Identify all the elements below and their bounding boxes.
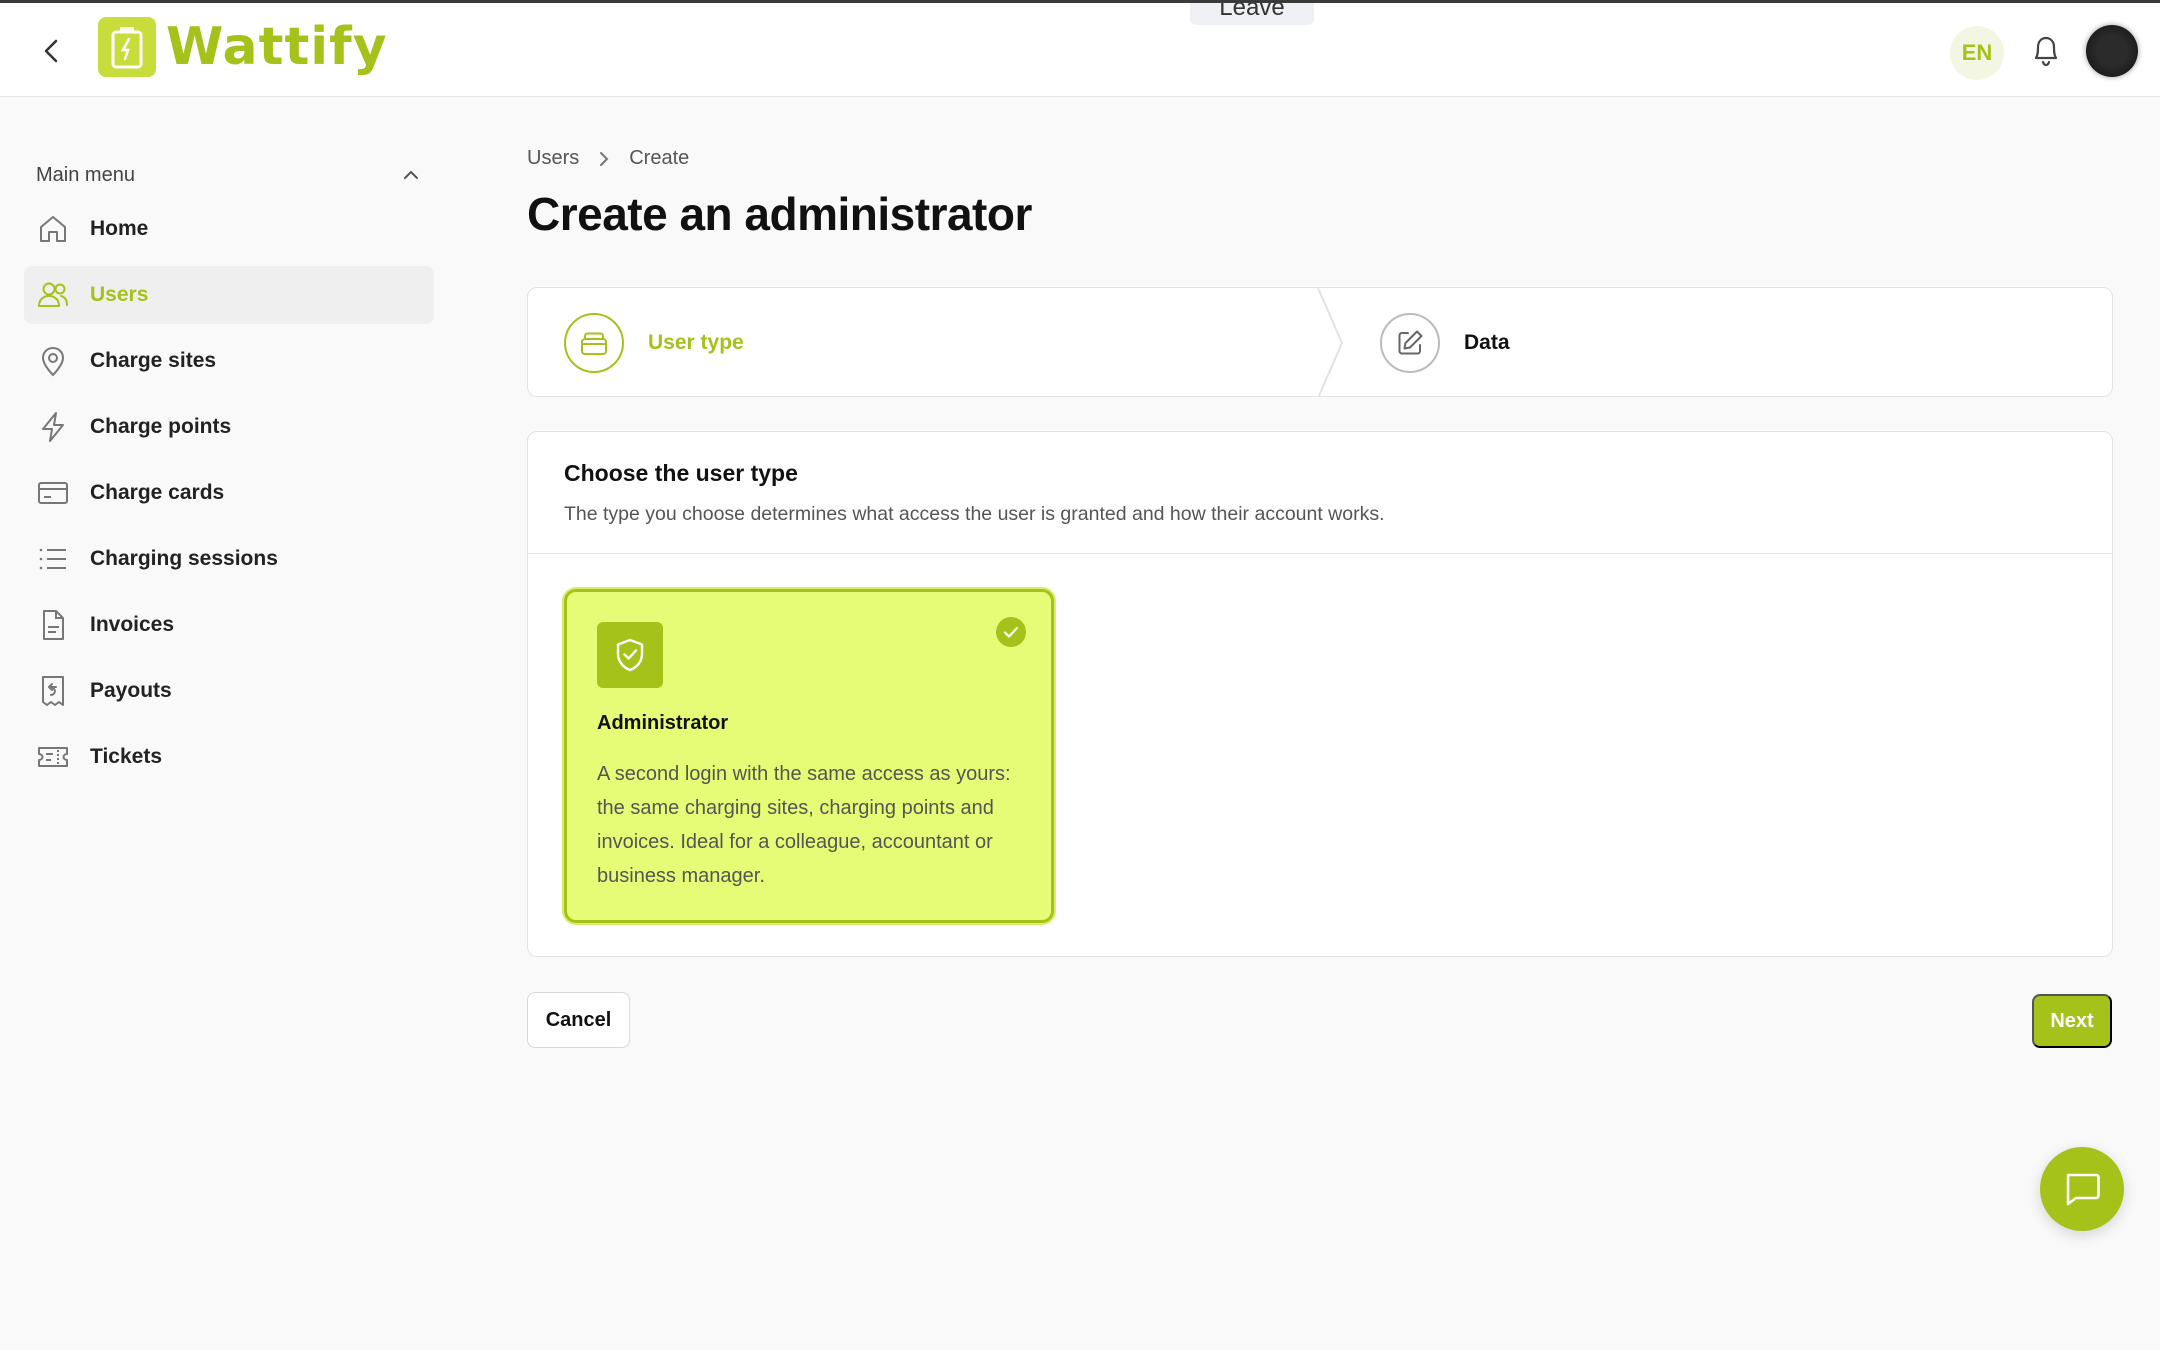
sidebar-item-charging-sessions[interactable]: Charging sessions xyxy=(24,530,434,588)
logo[interactable]: Wattify xyxy=(98,17,388,77)
breadcrumb-users[interactable]: Users xyxy=(527,147,579,170)
lightning-icon xyxy=(36,410,70,444)
sidebar-item-label: Charge points xyxy=(90,415,232,438)
option-name: Administrator xyxy=(597,712,729,734)
user-type-panel: Choose the user type The type you choose… xyxy=(527,431,2113,957)
sidebar-item-payouts[interactable]: Payouts xyxy=(24,662,434,720)
leave-label: Leave xyxy=(1219,3,1285,21)
document-icon xyxy=(36,608,70,642)
main-menu-toggle[interactable]: Main menu xyxy=(24,150,434,200)
brand-name: Wattify xyxy=(166,17,388,77)
map-pin-icon xyxy=(36,344,70,378)
sidebar-item-label: Users xyxy=(90,283,149,306)
cancel-button[interactable]: Cancel xyxy=(527,992,630,1048)
card-icon xyxy=(36,476,70,510)
sidebar-item-label: Charge sites xyxy=(90,349,217,372)
next-button[interactable]: Next xyxy=(2032,994,2112,1048)
sidebar-item-home[interactable]: Home xyxy=(24,200,434,258)
sidebar-item-label: Payouts xyxy=(90,679,172,702)
chat-icon[interactable] xyxy=(2040,1147,2124,1231)
panel-title: Choose the user type xyxy=(564,460,798,486)
bell-icon[interactable] xyxy=(2030,33,2062,69)
back-arrow-icon[interactable] xyxy=(36,35,68,67)
check-circle-icon xyxy=(995,616,1027,648)
main-menu-label: Main menu xyxy=(36,163,135,186)
sidebar-item-label: Charging sessions xyxy=(90,547,278,570)
option-description: A second login with the same access as y… xyxy=(597,763,1011,887)
option-card-administrator[interactable]: Administrator A second login with the sa… xyxy=(564,589,1054,923)
sidebar-item-users[interactable]: Users xyxy=(24,266,434,324)
step-label: User type xyxy=(648,331,744,354)
leave-button[interactable]: Leave xyxy=(1190,3,1314,25)
sidebar-item-tickets[interactable]: Tickets xyxy=(24,728,434,786)
chevron-up-icon xyxy=(400,164,422,186)
chevron-right-icon xyxy=(597,150,611,168)
step-data[interactable]: Data xyxy=(1380,288,1510,396)
sidebar-item-invoices[interactable]: Invoices xyxy=(24,596,434,654)
step-divider xyxy=(1317,288,1344,396)
home-icon xyxy=(36,212,70,246)
language-switcher[interactable]: EN xyxy=(1950,26,2004,80)
sidebar-item-label: Tickets xyxy=(90,745,162,768)
page-title: Create an administrator xyxy=(527,188,1032,240)
list-icon xyxy=(36,542,70,576)
panel-subtitle: The type you choose determines what acce… xyxy=(564,503,1385,525)
sidebar-item-charge-points[interactable]: Charge points xyxy=(24,398,434,456)
stepper: User type Data xyxy=(527,287,2113,397)
shield-check-icon xyxy=(597,622,663,688)
panel-header: Choose the user type The type you choose… xyxy=(528,432,2112,554)
users-icon xyxy=(36,278,70,312)
box-icon xyxy=(564,313,624,373)
step-user-type[interactable]: User type xyxy=(564,288,744,396)
sidebar-item-label: Charge cards xyxy=(90,481,225,504)
sidebar-item-label: Invoices xyxy=(90,613,175,636)
ticket-icon xyxy=(36,740,70,774)
step-label: Data xyxy=(1464,331,1510,354)
sidebar: Main menu Home Users Charge sites Charge… xyxy=(24,150,434,794)
avatar[interactable] xyxy=(2086,25,2138,77)
receipt-icon xyxy=(36,674,70,708)
battery-icon xyxy=(98,17,156,77)
sidebar-item-charge-sites[interactable]: Charge sites xyxy=(24,332,434,390)
sidebar-item-label: Home xyxy=(90,217,149,240)
breadcrumb-create: Create xyxy=(629,147,690,169)
top-bar: Wattify Leave EN xyxy=(0,0,2160,97)
breadcrumb: Users Create xyxy=(527,147,689,170)
edit-icon xyxy=(1380,313,1440,373)
sidebar-item-charge-cards[interactable]: Charge cards xyxy=(24,464,434,522)
